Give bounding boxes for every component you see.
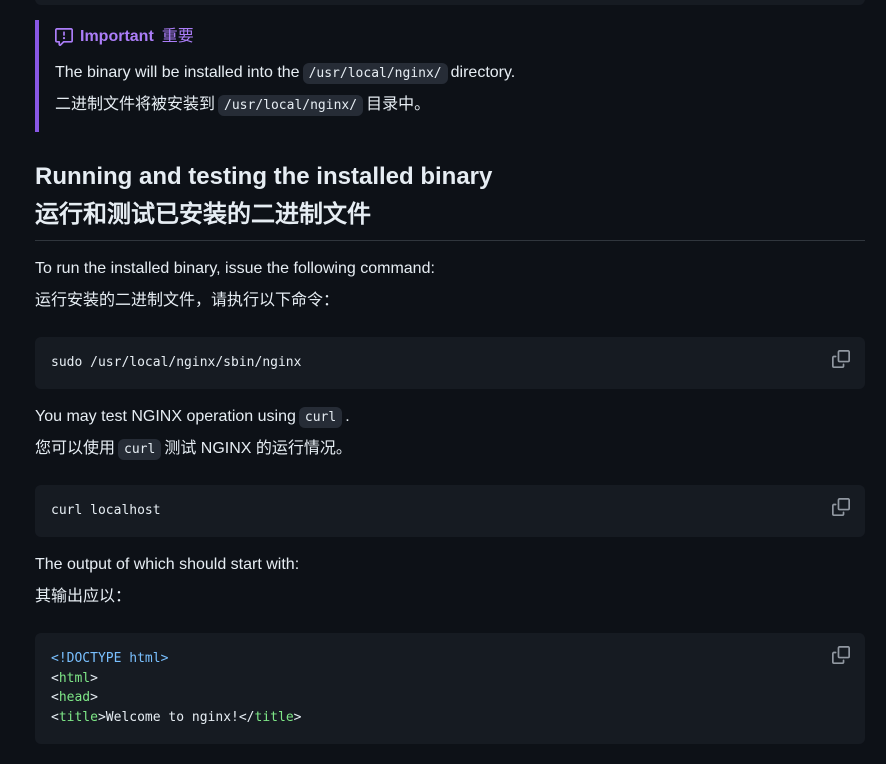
code-title-line: <title>Welcome to nginx!</title>: [51, 709, 302, 725]
output-instruction-zh: 其输出应以：: [35, 588, 132, 605]
important-callout: Important 重要 The binary will be installe…: [35, 20, 865, 132]
copy-icon[interactable]: [832, 498, 850, 516]
inline-code-path-zh: /usr/local/nginx/: [218, 95, 364, 116]
run-command-code: sudo /usr/local/nginx/sbin/nginx: [51, 355, 302, 370]
heading-divider: [35, 240, 865, 241]
test-instruction-zh: 您可以使用 curl 测试 NGINX 的运行情况。: [35, 438, 352, 461]
test-en-prefix: You may test NGINX operation using: [35, 408, 296, 425]
section-heading-zh: 运行和测试已安装的二进制文件: [35, 201, 371, 228]
code-head-line: <head>: [51, 690, 98, 705]
code-html-line: <html>: [51, 670, 98, 686]
callout-title: Important 重要: [55, 27, 194, 47]
curl-command-code: curl localhost: [51, 503, 161, 518]
section-heading-en: Running and testing the installed binary: [35, 163, 493, 190]
callout-line-zh-prefix: 二进制文件将被安装到: [55, 96, 216, 113]
inline-code-curl-zh: curl: [118, 439, 162, 460]
output-instruction-en: The output of which should start with:: [35, 556, 300, 573]
callout-line-en-suffix: directory.: [450, 64, 516, 81]
output-code: <!DOCTYPE html> <html> <head> <title>Wel…: [51, 649, 301, 727]
test-en-suffix: .: [345, 408, 350, 425]
copy-icon[interactable]: [832, 350, 850, 368]
callout-line-zh: 二进制文件将被安装到/usr/local/nginx/目录中。: [55, 94, 430, 117]
copy-icon[interactable]: [832, 646, 850, 664]
previous-code-block: [35, 0, 865, 5]
report-icon: [55, 28, 73, 46]
run-command-code-block: sudo /usr/local/nginx/sbin/nginx: [35, 337, 865, 389]
test-instruction-en: You may test NGINX operation using curl.: [35, 406, 350, 429]
callout-line-en-prefix: The binary will be installed into the: [55, 64, 300, 81]
callout-title-zh: 重要: [161, 28, 194, 45]
run-instruction-en: To run the installed binary, issue the f…: [35, 260, 435, 277]
curl-command-code-block: curl localhost: [35, 485, 865, 537]
output-code-block: <!DOCTYPE html> <html> <head> <title>Wel…: [35, 633, 865, 744]
callout-line-zh-suffix: 目录中。: [366, 96, 431, 113]
test-zh-prefix: 您可以使用: [35, 440, 116, 457]
run-instruction-zh: 运行安装的二进制文件，请执行以下命令：: [35, 292, 340, 309]
callout-line-en: The binary will be installed into the/us…: [55, 62, 515, 85]
inline-code-path: /usr/local/nginx/: [302, 63, 448, 84]
callout-title-en: Important: [80, 28, 154, 45]
section-heading: Running and testing the installed binary…: [35, 158, 492, 234]
test-zh-suffix: 测试 NGINX 的运行情况。: [164, 440, 352, 457]
code-doctype: <!DOCTYPE html>: [51, 651, 169, 666]
inline-code-curl: curl: [298, 407, 343, 428]
markdown-page: Important 重要 The binary will be installe…: [0, 0, 886, 764]
